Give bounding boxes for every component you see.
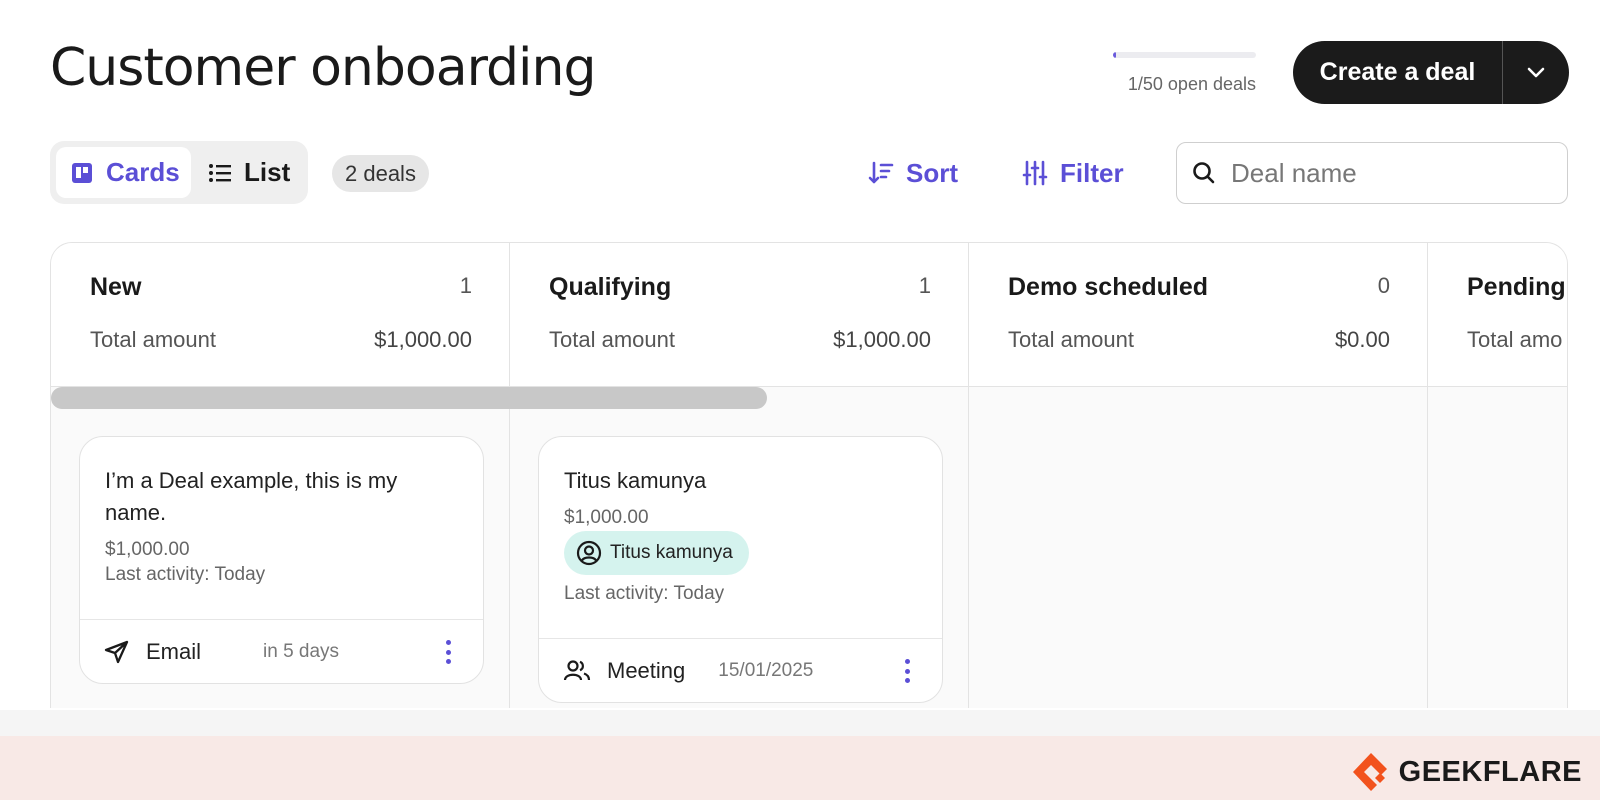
footer-band: GEEKFLARE — [0, 710, 1600, 800]
search-field — [1176, 142, 1568, 204]
chevron-down-icon — [1527, 67, 1545, 77]
card-task-footer: Meeting 15/01/2025 — [539, 638, 942, 702]
filter-sliders-icon — [1022, 160, 1048, 186]
deals-count-badge: 2 deals — [332, 155, 429, 192]
column-count: 1 — [459, 273, 472, 298]
deal-amount: $1,000.00 — [564, 507, 649, 528]
column-total-label: Total amount — [549, 327, 675, 352]
user-circle-icon — [576, 540, 602, 566]
search-input[interactable] — [1231, 157, 1551, 189]
column-header-new: New 1 Total amount $1,000.00 — [51, 243, 510, 387]
brand-logo: GEEKFLARE — [1349, 750, 1582, 794]
brand-strip: GEEKFLARE — [0, 736, 1600, 800]
filter-button[interactable]: Filter — [1022, 154, 1124, 192]
task-due: in 5 days — [263, 640, 340, 662]
sort-button[interactable]: Sort — [868, 154, 958, 192]
deal-quota: 1/50 open deals — [1113, 52, 1256, 95]
page-title: Customer onboarding — [50, 38, 596, 98]
sort-label: Sort — [906, 157, 958, 188]
tab-cards-label: Cards — [106, 157, 180, 187]
deal-last-activity: Last activity: Today — [105, 564, 266, 585]
brand-name: GEEKFLARE — [1398, 755, 1582, 788]
column-name: Demo scheduled — [1008, 273, 1209, 301]
search-icon — [1193, 162, 1215, 184]
column-total-value: $0.00 — [1334, 327, 1390, 352]
column-name: Qualifying — [549, 273, 672, 301]
column-count: 1 — [918, 273, 931, 298]
contact-chip[interactable]: Titus kamunya — [564, 531, 749, 575]
more-options-icon[interactable] — [443, 640, 453, 664]
column-total-value: $1,000.00 — [833, 327, 931, 352]
deal-amount: $1,000.00 — [105, 539, 190, 560]
column-header-qualifying: Qualifying 1 Total amount $1,000.00 — [510, 243, 969, 387]
deal-name: Titus kamunya — [564, 468, 707, 493]
view-toggle: Cards List — [50, 141, 308, 204]
column-total-label: Total amo — [1467, 327, 1563, 352]
task-due: 15/01/2025 — [718, 659, 814, 681]
card-task-footer: Email in 5 days — [80, 619, 483, 683]
people-icon — [563, 659, 591, 680]
tab-list[interactable]: List — [208, 147, 290, 198]
contact-name: Titus kamunya — [610, 542, 733, 563]
quota-label: 1/50 open deals — [1127, 74, 1256, 94]
column-header-demo-scheduled: Demo scheduled 0 Total amount $0.00 — [969, 243, 1428, 387]
column-body-demo-scheduled — [969, 387, 1428, 708]
column-header-pending: Pending Total amo — [1428, 243, 1567, 387]
quota-progress-fill — [1113, 52, 1116, 58]
create-deal-button[interactable]: Create a deal — [1293, 58, 1502, 87]
deal-name: I’m a Deal example, this is my name. — [105, 468, 398, 525]
board-icon — [72, 162, 92, 183]
create-options-button[interactable] — [1503, 41, 1569, 104]
send-icon — [104, 640, 129, 663]
deal-card[interactable]: I’m a Deal example, this is my name. $1,… — [79, 436, 484, 684]
geekflare-logo-icon — [1352, 753, 1387, 791]
create-deal-split-button: Create a deal — [1293, 41, 1569, 104]
pipeline-board: New 1 Total amount $1,000.00 Qualifying … — [50, 242, 1568, 708]
task-type: Email — [146, 638, 202, 664]
quota-progress-bar — [1113, 52, 1256, 58]
sort-icon — [868, 161, 894, 184]
more-options-icon[interactable] — [902, 659, 912, 683]
tab-cards[interactable]: Cards — [56, 147, 191, 198]
task-type: Meeting — [607, 657, 686, 683]
deal-card[interactable]: Titus kamunya $1,000.00 Titus kamunya La… — [538, 436, 943, 703]
horizontal-scrollbar-thumb[interactable] — [51, 387, 767, 409]
column-body-pending — [1428, 387, 1567, 708]
deal-last-activity: Last activity: Today — [564, 583, 725, 604]
column-name: Pending — [1467, 273, 1566, 301]
list-icon — [209, 163, 231, 182]
column-name: New — [90, 273, 142, 301]
column-total-label: Total amount — [90, 327, 216, 352]
filter-label: Filter — [1060, 157, 1124, 188]
tab-list-label: List — [244, 157, 291, 187]
column-total-value: $1,000.00 — [374, 327, 472, 352]
column-count: 0 — [1377, 273, 1390, 298]
column-total-label: Total amount — [1008, 327, 1134, 352]
